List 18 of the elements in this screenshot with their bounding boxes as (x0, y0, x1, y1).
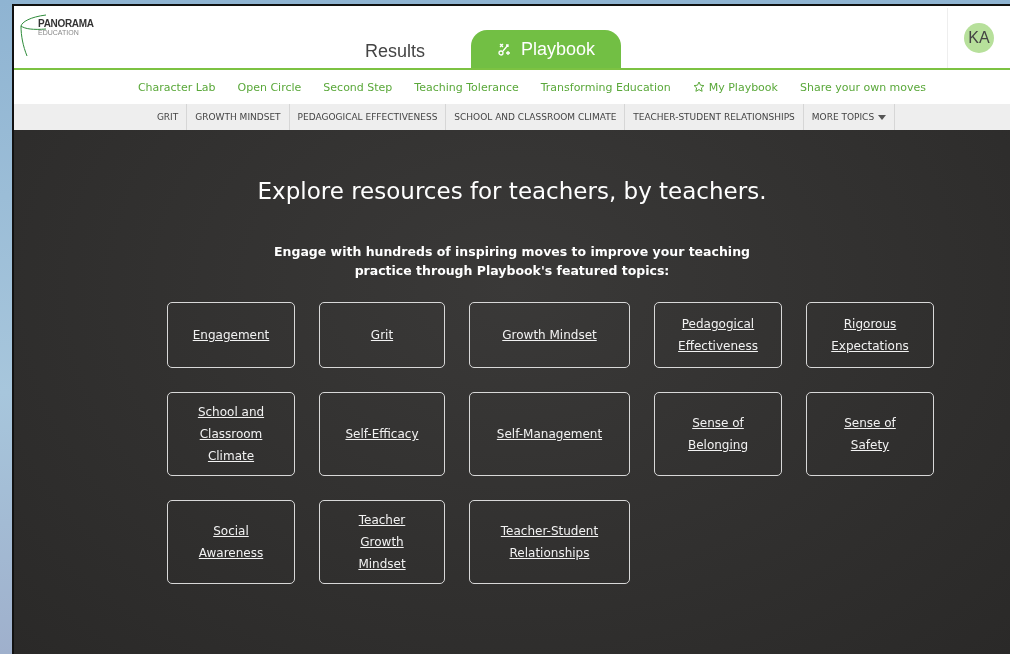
topic-tile[interactable]: Self-Management (469, 392, 630, 476)
topic-tile[interactable]: Sense of Safety (806, 392, 934, 476)
topic-tile[interactable]: Rigorous Expectations (806, 302, 934, 368)
topic-tile[interactable]: Self-Efficacy (319, 392, 445, 476)
nav-tab[interactable]: Results (339, 34, 452, 68)
topic-tile[interactable]: Teacher-Student Relationships (469, 500, 630, 584)
topic-tile[interactable]: Pedagogical Effectiveness (654, 302, 782, 368)
topic-tile[interactable]: School and Classroom Climate (167, 392, 295, 476)
logo-text: PANORAMA (38, 18, 95, 29)
topic-tile[interactable]: Growth Mindset (469, 302, 630, 368)
topic-tile[interactable]: Engagement (167, 302, 295, 368)
user-avatar[interactable]: KA (964, 23, 994, 53)
hero-title: Explore resources for teachers, by teachers. (257, 178, 767, 204)
topic-tile[interactable]: Sense of Belonging (654, 392, 782, 476)
topic-tile[interactable]: Teacher Growth Mindset (319, 500, 445, 584)
topic-tile[interactable]: Social Awareness (167, 500, 295, 584)
topic-tile[interactable]: Grit (319, 302, 445, 368)
hero-subtitle: Engage with hundreds of inspiring moves to improve your teaching practice through Playbook's featured topics: (273, 243, 751, 280)
